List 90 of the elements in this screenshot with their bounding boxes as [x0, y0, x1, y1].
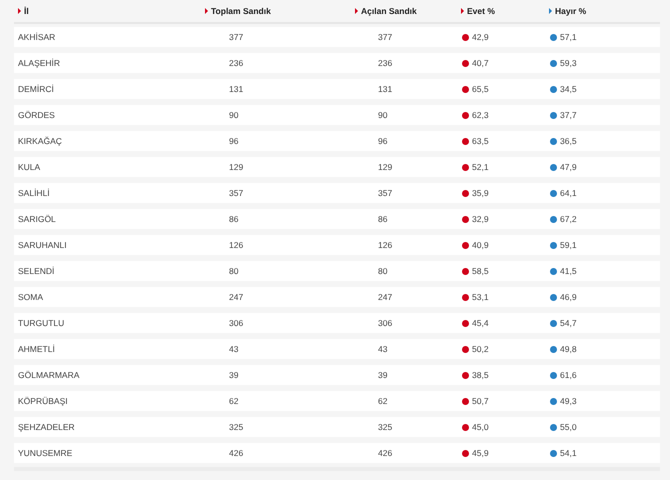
table-cell: 426: [229, 448, 244, 458]
table-cell: 426: [378, 448, 392, 458]
table-cell: 52,1: [472, 162, 489, 172]
column-header[interactable]: Evet %: [467, 6, 495, 16]
table-cell: 86: [229, 214, 238, 224]
table-cell: 39: [229, 370, 238, 380]
table-cell: 306: [378, 318, 392, 328]
table-cell: 61,6: [560, 370, 577, 380]
table-cell: 58,5: [472, 266, 489, 276]
table-cell: 236: [229, 58, 244, 68]
district-name: DEMİRCİ: [18, 84, 54, 94]
table-cell: 129: [229, 162, 244, 172]
table-cell: 325: [378, 422, 392, 432]
table-cell: 126: [378, 240, 392, 250]
column-header[interactable]: İl: [24, 6, 29, 16]
table-cell: 45,9: [472, 448, 489, 458]
table-cell: 43: [229, 344, 238, 354]
table-cell: 62: [229, 396, 238, 406]
table-cell: 129: [378, 162, 392, 172]
table-cell: 377: [229, 32, 244, 42]
district-name: KÖPRÜBAŞI: [18, 396, 68, 406]
column-header[interactable]: Hayır %: [555, 6, 586, 16]
table-cell: 45,0: [472, 422, 489, 432]
table-cell: 53,1: [472, 292, 489, 302]
district-name: ŞEHZADELER: [18, 422, 75, 432]
table-cell: 377: [378, 32, 392, 42]
table-cell: 306: [229, 318, 244, 328]
district-name: ALAŞEHİR: [18, 58, 60, 68]
table-cell: 96: [229, 136, 238, 146]
table-cell: 64,1: [560, 188, 577, 198]
table-cell: 236: [378, 58, 392, 68]
table-cell: 36,5: [560, 136, 577, 146]
table-cell: 80: [378, 266, 388, 276]
district-name: KIRKAĞAÇ: [18, 136, 62, 146]
district-name: SALİHLİ: [18, 188, 50, 198]
district-name: AKHİSAR: [18, 32, 56, 42]
table-cell: 357: [378, 188, 392, 198]
district-name: SARUHANLI: [18, 240, 67, 250]
table-cell: 67,2: [560, 214, 577, 224]
district-name: SOMA: [18, 292, 44, 302]
table-cell: 96: [378, 136, 388, 146]
table-cell: 50,2: [472, 344, 489, 354]
table-cell: 90: [378, 110, 388, 120]
table-cell: 54,1: [560, 448, 577, 458]
table-cell: 131: [229, 84, 244, 94]
table-cell: 40,9: [472, 240, 489, 250]
table-cell: 59,3: [560, 58, 577, 68]
district-name: GÖRDES: [18, 110, 55, 120]
column-header[interactable]: Açılan Sandık: [361, 6, 417, 16]
table-cell: 357: [229, 188, 244, 198]
table-cell: 37,7: [560, 110, 577, 120]
table-cell: 126: [229, 240, 244, 250]
table-cell: 80: [229, 266, 238, 276]
table-cell: 41,5: [560, 266, 577, 276]
table-cell: 90: [229, 110, 238, 120]
table-cell: 55,0: [560, 422, 577, 432]
district-name: TURGUTLU: [18, 318, 64, 328]
table-cell: 59,1: [560, 240, 577, 250]
table-cell: 65,5: [472, 84, 489, 94]
table-cell: 62,3: [472, 110, 489, 120]
table-cell: 50,7: [472, 396, 489, 406]
table-cell: 32,9: [472, 214, 489, 224]
district-name: SELENDİ: [18, 266, 54, 276]
table-cell: 39: [378, 370, 388, 380]
district-name: YUNUSEMRE: [18, 448, 72, 458]
table-cell: 49,3: [560, 396, 577, 406]
table-cell: 40,7: [472, 58, 489, 68]
table-cell: 325: [229, 422, 244, 432]
table-cell: 54,7: [560, 318, 577, 328]
table-cell: 42,9: [472, 32, 489, 42]
district-name: SARIGÖL: [18, 214, 56, 224]
table-cell: 247: [229, 292, 244, 302]
table-cell: 34,5: [560, 84, 577, 94]
district-name: AHMETLİ: [18, 344, 55, 354]
table-cell: 46,9: [560, 292, 577, 302]
table-cell: 131: [378, 84, 392, 94]
table-cell: 38,5: [472, 370, 489, 380]
table-cell: 47,9: [560, 162, 577, 172]
column-header[interactable]: Toplam Sandık: [211, 6, 271, 16]
district-name: KULA: [18, 162, 40, 172]
table-cell: 35,9: [472, 188, 489, 198]
table-cell: 49,8: [560, 344, 577, 354]
table-cell: 43: [378, 344, 388, 354]
table-cell: 57,1: [560, 32, 577, 42]
table-cell: 45,4: [472, 318, 489, 328]
table-cell: 63,5: [472, 136, 489, 146]
district-name: GÖLMARMARA: [18, 370, 80, 380]
table-cell: 86: [378, 214, 388, 224]
table-cell: 247: [378, 292, 392, 302]
table-cell: 62: [378, 396, 388, 406]
